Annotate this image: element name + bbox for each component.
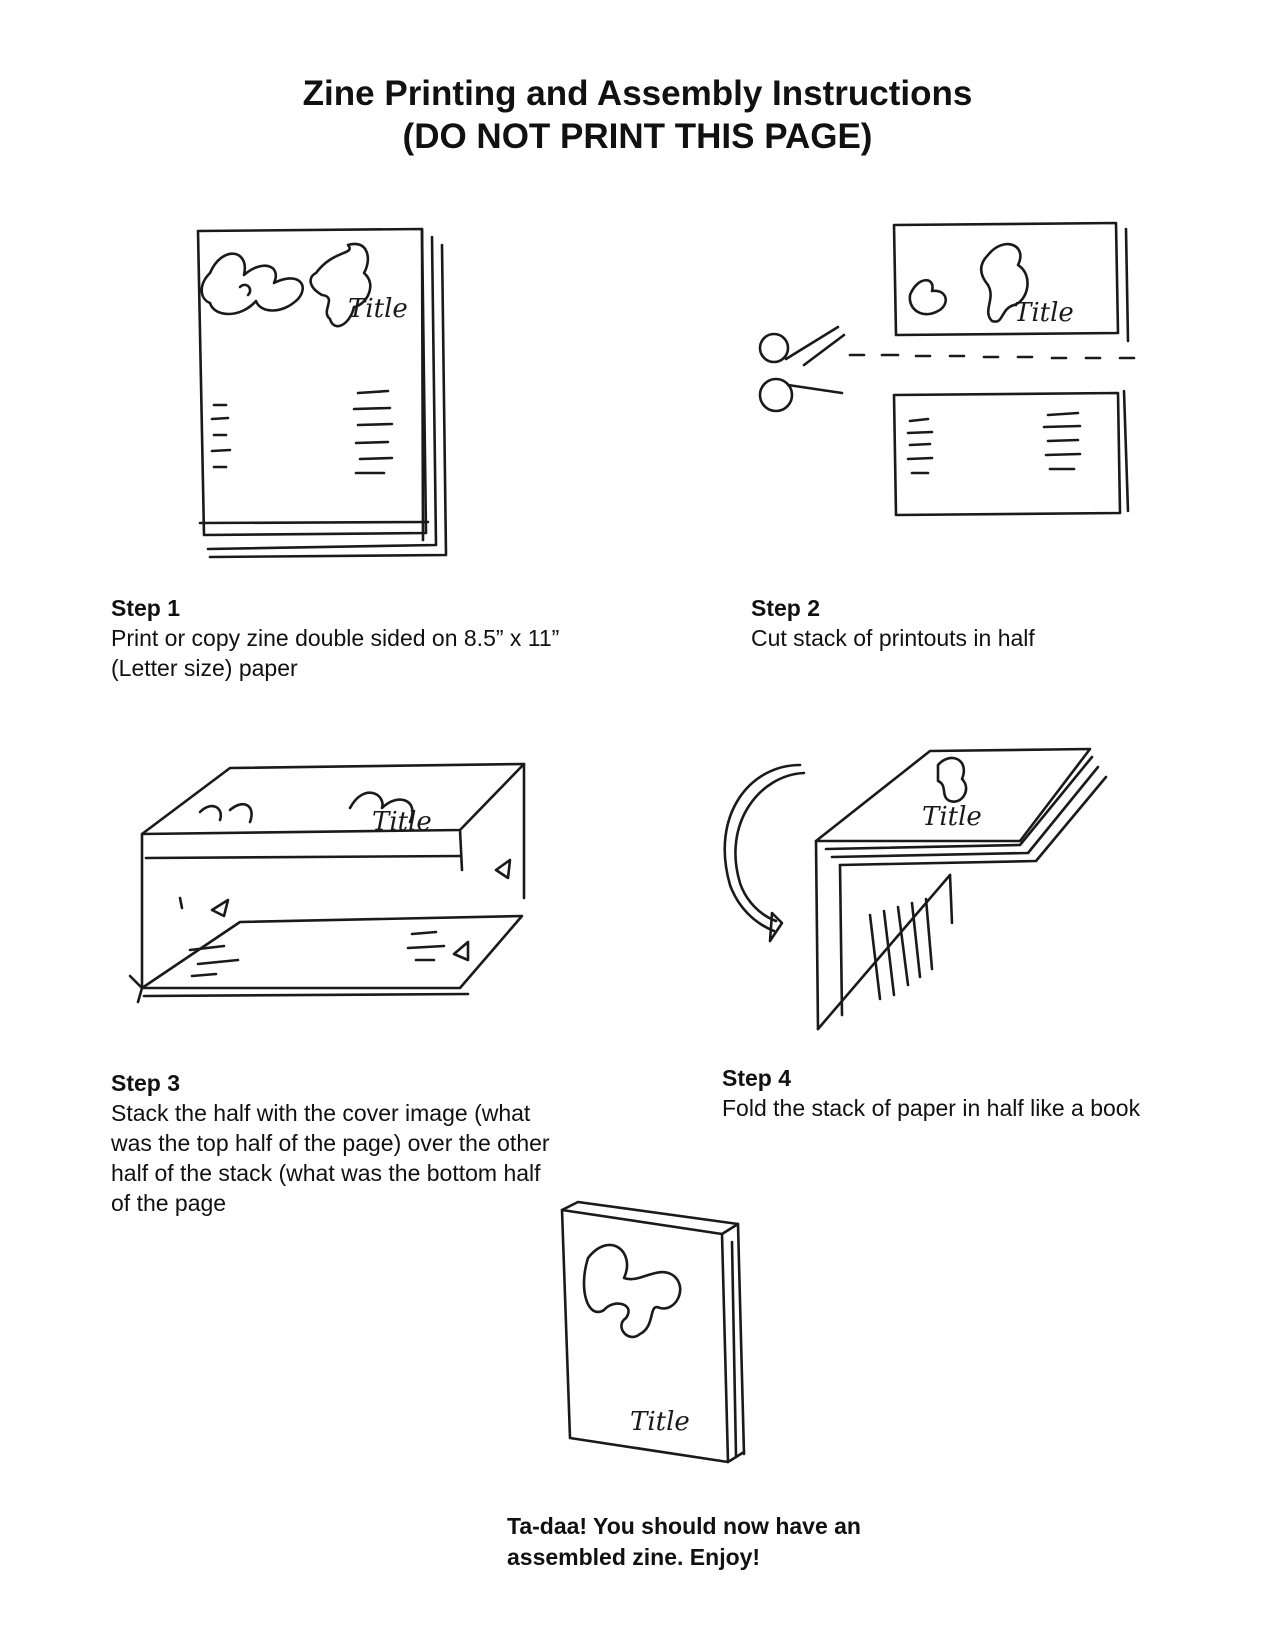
curved-arrow-icon (723, 763, 806, 943)
step-1-text-line-1: Print or copy zine double sided on 8.5” … (111, 625, 560, 651)
step-3-block: Step 3 Stack the half with the cover ima… (111, 1068, 671, 1218)
sketch-3-title-text: Title (372, 807, 432, 837)
sketch-4-title-text: Title (922, 802, 982, 832)
step-3-text-line-3: half of the stack (what was the bottom h… (111, 1160, 541, 1186)
step-3-text-line-1: Stack the half with the cover image (wha… (111, 1100, 531, 1126)
page-title: Zine Printing and Assembly Instructions … (0, 72, 1275, 158)
sketch-step-3-stack-halves: Title (120, 738, 550, 1023)
step-3-text-line-2: was the top half of the page) over the o… (111, 1130, 550, 1156)
step-1-label: Step 1 (111, 595, 181, 621)
step-2-label: Step 2 (751, 595, 821, 621)
step-2-block: Step 2 Cut stack of printouts in half (751, 593, 1231, 653)
sketch-finished-zine: Title (548, 1194, 748, 1474)
final-message-line-2: assembled zine. Enjoy! (507, 1544, 761, 1570)
step-1-block: Step 1 Print or copy zine double sided o… (111, 593, 671, 683)
scissors-icon (758, 325, 846, 413)
step-4-text-line-1: Fold the stack of paper in half like a b… (722, 1095, 1141, 1121)
sketch-step-2-cut-stack: Title (752, 215, 1172, 545)
step-4-block: Step 4 Fold the stack of paper in half l… (722, 1063, 1242, 1123)
sketch-2-title-text: Title (1014, 298, 1074, 328)
step-3-text-line-4: of the page (111, 1190, 227, 1216)
step-3-label: Step 3 (111, 1070, 181, 1096)
final-message-line-1: Ta-daa! You should now have an (507, 1513, 861, 1539)
sketch-1-title-text: Title (348, 294, 408, 324)
final-message: Ta-daa! You should now have an assembled… (507, 1511, 927, 1573)
sketch-step-1-paper-stack: Title (170, 215, 460, 560)
step-1-text-line-2: (Letter size) paper (111, 655, 298, 681)
sketch-step-4-fold-book: Title (700, 745, 1120, 1045)
page-title-line-1: Zine Printing and Assembly Instructions (302, 74, 973, 113)
page-title-line-2: (DO NOT PRINT THIS PAGE) (402, 117, 873, 156)
step-2-text-line-1: Cut stack of printouts in half (751, 625, 1035, 651)
step-4-label: Step 4 (722, 1065, 792, 1091)
sketch-5-title-text: Title (630, 1407, 690, 1437)
